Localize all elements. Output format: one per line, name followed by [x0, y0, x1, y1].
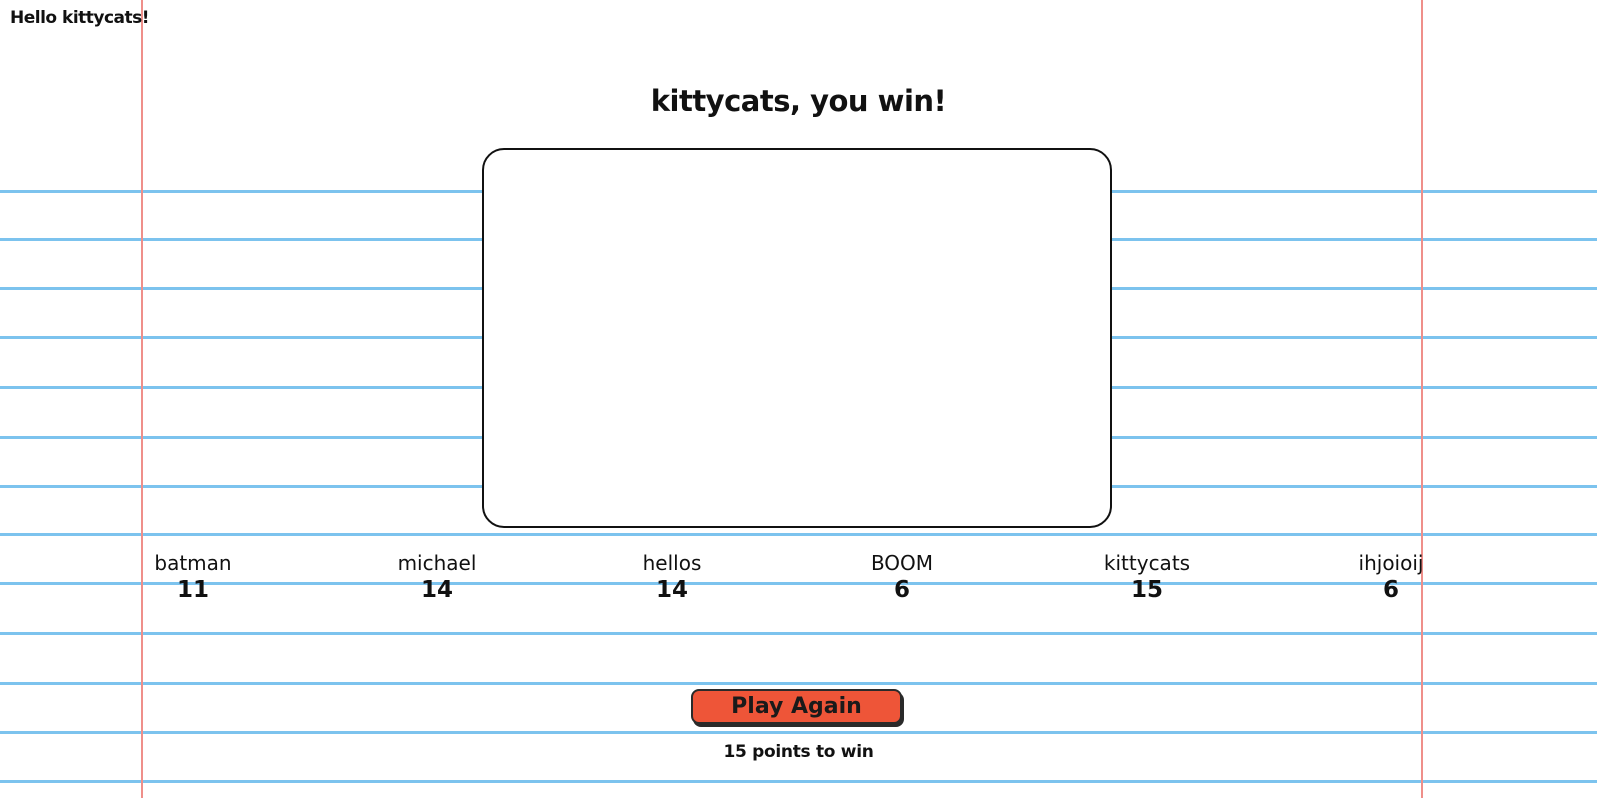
paper-rule-line [0, 731, 1597, 734]
paper-rule-line [0, 780, 1597, 783]
player-name: hellos [642, 551, 702, 575]
player-score: 6 [1382, 577, 1399, 603]
player-score: 14 [420, 577, 453, 603]
paper-rule-line [0, 632, 1597, 635]
player-name: kittycats [1103, 551, 1191, 575]
player-score-entry: hellos 14 [592, 551, 752, 605]
game-page: Hello kittycats! kittycats, you win! bat… [0, 0, 1597, 798]
player-score-entry: batman 11 [113, 551, 273, 605]
player-name: ihjoioij [1358, 551, 1424, 575]
right-margin-line [1421, 0, 1423, 798]
player-score: 11 [176, 577, 209, 603]
paper-rule-line [0, 533, 1597, 536]
win-condition-text: 15 points to win [723, 742, 874, 762]
player-score: 6 [893, 577, 910, 603]
player-score-entry: kittycats 15 [1067, 551, 1227, 605]
player-score-entry: ihjoioij 6 [1311, 551, 1471, 605]
player-name: BOOM [870, 551, 934, 575]
play-again-button[interactable]: Play Again [691, 689, 902, 724]
player-name: michael [397, 551, 477, 575]
greeting-text: Hello kittycats! [10, 8, 150, 28]
left-margin-line [141, 0, 143, 798]
paper-rule-line [0, 682, 1597, 685]
result-title: kittycats, you win! [650, 84, 947, 118]
player-score-entry: BOOM 6 [822, 551, 982, 605]
player-name: batman [154, 551, 232, 575]
player-score: 14 [655, 577, 688, 603]
player-score-entry: michael 14 [357, 551, 517, 605]
card-area [482, 148, 1112, 528]
player-score: 15 [1130, 577, 1163, 603]
